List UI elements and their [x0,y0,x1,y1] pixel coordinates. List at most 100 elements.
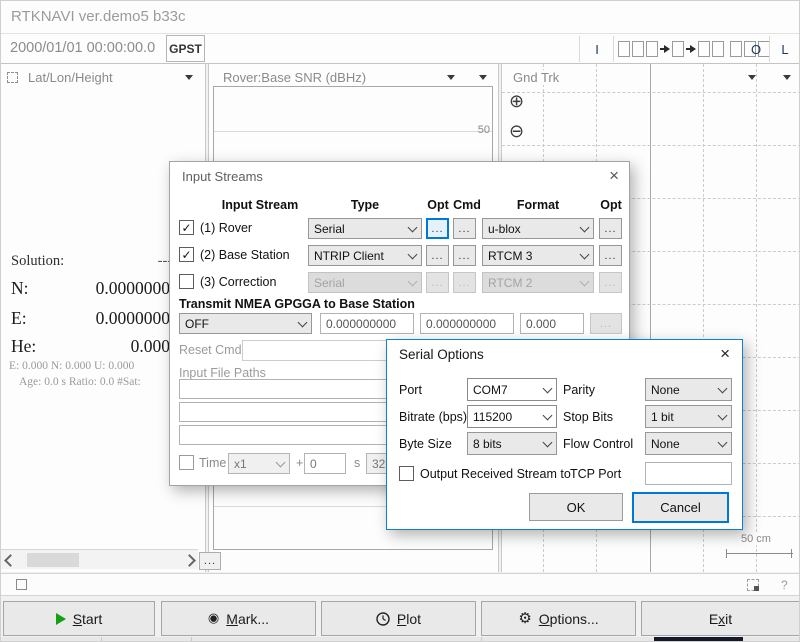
status-bar: ? [1,573,800,596]
close-icon[interactable]: × [720,345,730,362]
stream-row-base: ✓ (2) Base Station NTRIP Client ... ... … [170,244,629,267]
cancel-button[interactable]: Cancel [632,492,729,523]
base-type-combo[interactable]: NTRIP Client [308,245,422,266]
tcp-output-checkbox[interactable] [399,466,414,481]
start-button[interactable]: Start [3,601,155,636]
solution-more-button[interactable]: ... [199,552,221,570]
scale-label: 50 cm [738,533,774,545]
clock-icon [376,612,390,626]
plot-button[interactable]: Plot [321,601,476,636]
zoom-in-icon[interactable]: ⊕ [509,93,524,111]
rover-cmd-button[interactable]: ... [453,218,476,239]
rtknavi-window: RTKNAVI ver.demo5 b33c 2000/01/01 00:00:… [0,0,800,642]
port-combo[interactable]: COM7 [467,378,557,401]
mark-icon: ◉ [208,612,219,625]
gndtrk-dropdown-icon-2[interactable] [783,75,791,80]
tcp-port-label: TCP Port [570,467,621,481]
reset-cmd-label: Reset Cmd [179,343,242,357]
plot-button-label: Plot [397,611,421,627]
nmea-mode-combo[interactable]: OFF [179,313,312,334]
base-format-combo[interactable]: RTCM 3 [482,245,594,266]
time-checkbox[interactable] [179,455,194,470]
rover-type-combo[interactable]: Serial [308,218,422,239]
base-cmd-button[interactable]: ... [453,245,476,266]
coord-he-value: 0.000 [1,336,170,357]
solution-panel-dropdown-icon[interactable] [185,75,193,80]
col-type: Type [308,198,422,212]
stream-indicator-icon [618,41,630,57]
close-icon[interactable]: × [609,167,619,184]
solution-scrollbar[interactable] [1,549,198,569]
exit-button[interactable]: Exit [641,601,800,636]
scale-bar [726,549,792,558]
time-label: Time [199,456,226,470]
rover-format-combo[interactable]: u-blox [482,218,594,239]
base-label: (2) Base Station [200,248,290,262]
parity-combo[interactable]: None [645,378,732,401]
time-plus-label: + [296,456,303,470]
flow-control-combo[interactable]: None [645,432,732,455]
time-factor-combo[interactable]: x1 [228,453,290,474]
mark-button-label: Mark... [226,611,269,627]
stream-indicator-icon [672,41,684,57]
input-streams-dialog-title: Input Streams [182,169,263,184]
col-opt: Opt [426,198,450,212]
output-streams-button[interactable]: O [744,37,768,61]
base-checkbox[interactable]: ✓ [179,247,194,262]
nmea-lat-field[interactable]: 0.000000000 [320,313,414,334]
time-system-button[interactable]: GPST [166,35,205,62]
correction-opt-button: ... [426,272,449,293]
time-sec-label: s [354,456,360,470]
correction-type-combo: Serial [308,272,422,293]
flow-arrow-icon [686,45,696,53]
help-button[interactable]: ? [781,578,788,592]
nmea-height-field[interactable]: 0.000 [520,313,584,334]
flow-arrow-icon [660,45,670,53]
nmea-lon-field[interactable]: 0.000000000 [420,313,514,334]
time-display: 2000/01/01 00:00:00.0 [10,40,155,56]
stream-indicator-icon [632,41,644,57]
base-opt-button[interactable]: ... [426,245,449,266]
rover-opt-button[interactable]: ... [426,218,449,239]
col-format: Format [482,198,594,212]
correction-checkbox[interactable] [179,274,194,289]
zoom-out-icon[interactable]: ⊖ [509,123,524,141]
correction-format-opt-button: ... [599,272,622,293]
col-input-stream: Input Stream [210,198,310,212]
gndtrk-panel-title: Gnd Trk [513,70,563,85]
stream-row-rover: ✓ (1) Rover Serial ... ... u-blox ... [170,217,629,240]
scrollbar-thumb[interactable] [27,553,79,567]
solution-status-icon [16,579,27,590]
nmea-opt-button: ... [590,313,622,334]
input-streams-button[interactable]: I [583,37,611,61]
ok-button[interactable]: OK [529,493,623,521]
panel-mode-icon[interactable] [7,72,18,83]
bottom-edge-strip [1,637,800,642]
monitor-icon[interactable] [747,579,759,591]
mark-button[interactable]: ◉ Mark... [161,601,316,636]
solution-status: ---- [1,253,177,270]
snr-dropdown-icon-1[interactable] [447,75,455,80]
log-streams-button[interactable]: L [773,37,797,61]
col-cmd: Cmd [453,198,481,212]
gndtrk-dropdown-icon-1[interactable] [748,75,756,80]
col-opt2: Opt [598,198,624,212]
base-format-opt-button[interactable]: ... [599,245,622,266]
time-offset-field[interactable]: 0 [304,453,346,474]
tcp-port-field[interactable] [645,462,732,485]
coord-e-value: 0.0000000 [1,308,170,329]
solution-panel-title: Lat/Lon/Height [28,70,113,85]
correction-label: (3) Correction [200,275,276,289]
scroll-left-icon[interactable] [4,554,17,567]
byte-size-combo[interactable]: 8 bits [467,432,557,455]
scroll-right-icon[interactable] [183,554,196,567]
stop-bits-combo[interactable]: 1 bit [645,405,732,428]
rover-label: (1) Rover [200,221,252,235]
snr-dropdown-icon-2[interactable] [479,75,487,80]
time-bar: 2000/01/01 00:00:00.0 GPST I O L [1,34,800,63]
rover-format-opt-button[interactable]: ... [599,218,622,239]
flow-control-label: Flow Control [563,437,633,451]
bitrate-combo[interactable]: 115200 [467,405,557,428]
rover-checkbox[interactable]: ✓ [179,220,194,235]
options-button[interactable]: ⚙ Options... [481,601,636,636]
